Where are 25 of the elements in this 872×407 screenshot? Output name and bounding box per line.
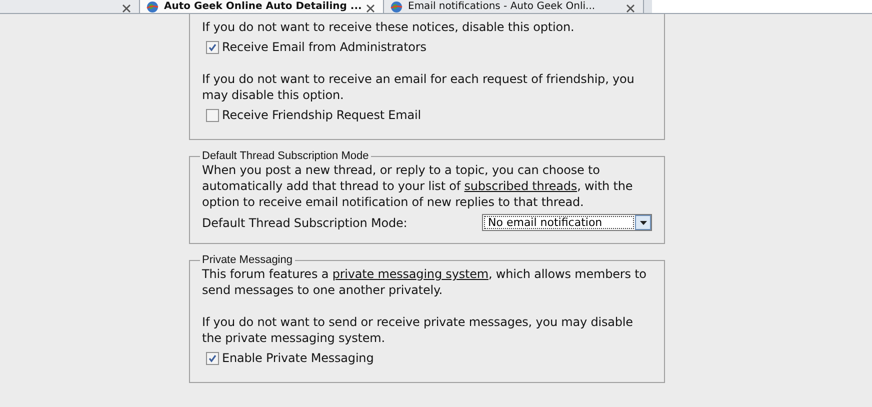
checkbox[interactable] [206, 40, 219, 54]
select-field[interactable]: No email notification [482, 214, 652, 231]
description-text: If you do not want to receive these notices, disable this option. [202, 19, 576, 35]
description-text: If you do not want to receive an email for each request of friendship, you may disable this option. [202, 71, 636, 103]
globe-icon [390, 1, 403, 13]
group-title: Default Thread Subscription Mode [201, 150, 370, 162]
caret-icon [640, 220, 646, 224]
close-icon[interactable] [122, 4, 131, 13]
checkbox-label: Receive Friendship Request Email [222, 107, 421, 123]
globe-icon [146, 1, 159, 13]
link[interactable]: private messaging system [332, 267, 488, 281]
browser-tab[interactable]: Auto Geek Online Auto Detailing ... [140, 0, 384, 13]
group-title: Private Messaging [201, 254, 294, 266]
checkbox[interactable] [206, 352, 219, 364]
description-text: When you post a new thread, or reply to a topic, you can choose to automatically add that thread to your list of subscribed threads, with the option to receive email notification of new replies to that thread. [202, 162, 634, 210]
checkbox[interactable] [206, 108, 219, 122]
field-label: Default Thread Subscription Mode: [202, 214, 408, 230]
browser-tab[interactable]: Email notifications - Auto Geek Onli... [384, 0, 644, 13]
description-text: This forum features a private messaging system, which allows members to send messages to one another privately. [202, 266, 648, 298]
description-text: If you do not want to send or receive private messages, you may disable the private messaging system. [202, 314, 634, 346]
checkbox-label: Receive Email from Administrators [222, 39, 426, 55]
close-icon[interactable] [366, 4, 375, 13]
link[interactable]: subscribed threads [464, 179, 578, 193]
close-icon[interactable] [626, 4, 635, 13]
checkbox-label: Enable Private Messaging [222, 350, 374, 366]
